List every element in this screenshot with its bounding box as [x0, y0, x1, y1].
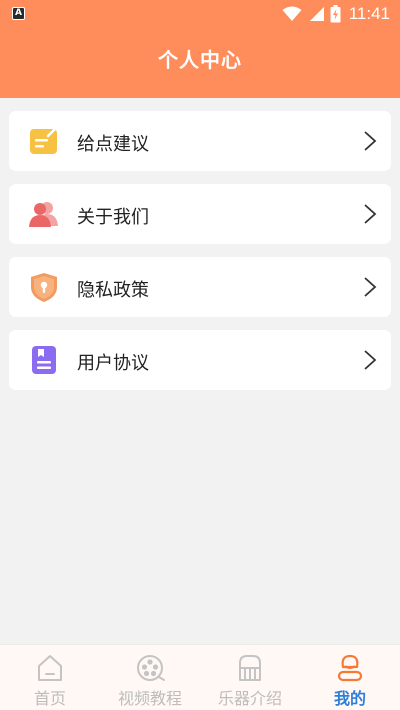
menu-item-about-us[interactable]: 关于我们: [9, 184, 391, 244]
bottom-tab-bar: 首页 视频教程 乐器介绍 我的: [0, 644, 400, 710]
feedback-note-icon: [30, 126, 59, 154]
menu-item-user-agreement[interactable]: 用户协议: [9, 330, 391, 390]
wifi-icon: [282, 6, 302, 21]
tab-label: 视频教程: [117, 689, 182, 708]
menu-item-feedback[interactable]: 给点建议: [9, 111, 391, 171]
page-title: 个人中心: [158, 48, 242, 72]
tab-profile[interactable]: 我的: [300, 645, 400, 710]
menu-item-label: 关于我们: [77, 207, 149, 228]
battery-charging-icon: [330, 5, 341, 23]
tab-label: 我的: [333, 689, 366, 708]
home-icon: [38, 655, 62, 681]
app-notification-icon: A: [12, 7, 25, 20]
tab-video-tutorials[interactable]: 视频教程: [100, 645, 200, 710]
users-icon: [29, 202, 58, 227]
status-time: 11:41: [348, 4, 390, 23]
piano-icon: [239, 655, 261, 681]
chevron-right-icon: [364, 131, 377, 151]
tab-home[interactable]: 首页: [0, 645, 100, 710]
menu-item-label: 用户协议: [77, 353, 149, 374]
tab-label: 乐器介绍: [217, 689, 282, 708]
menu-item-label: 隐私政策: [77, 280, 149, 301]
tab-instrument-intro[interactable]: 乐器介绍: [200, 645, 300, 710]
chevron-right-icon: [364, 277, 377, 297]
chevron-right-icon: [364, 350, 377, 370]
menu-item-label: 给点建议: [77, 134, 149, 155]
tab-label: 首页: [33, 689, 66, 708]
agreement-book-icon: [32, 346, 56, 374]
header-bar: A 11:41 个人中心: [0, 0, 400, 98]
menu-list: 给点建议 关于我们 隐私政策 用户协议: [9, 111, 391, 403]
film-reel-icon: [137, 655, 165, 681]
status-indicators: 11:41: [282, 4, 390, 24]
cell-signal-icon: [309, 7, 324, 21]
profile-icon: [337, 654, 363, 682]
menu-item-privacy-policy[interactable]: 隐私政策: [9, 257, 391, 317]
chevron-right-icon: [364, 204, 377, 224]
shield-lock-icon: [31, 273, 57, 302]
status-bar: A 11:41: [0, 0, 400, 28]
